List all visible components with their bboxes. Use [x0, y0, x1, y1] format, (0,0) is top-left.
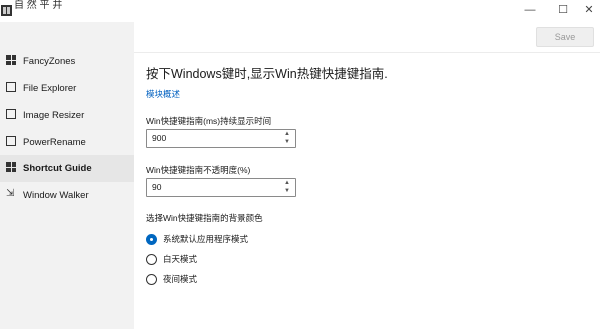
maximize-button[interactable]: ☐ — [553, 2, 573, 18]
window-title: 自 然 平 井 — [14, 0, 63, 11]
sidebar-item-power-rename[interactable]: PowerRename — [0, 129, 134, 156]
opacity-input[interactable]: 90 ▲ ▼ — [146, 178, 296, 197]
radio-light-mode[interactable]: 白天模式 — [146, 253, 197, 265]
page-title: 按下Windows键时,显示Win热键快捷键指南. — [146, 67, 388, 81]
radio-label: 系统默认应用程序模式 — [163, 234, 249, 244]
sidebar-item-label: Window Walker — [23, 190, 89, 201]
radio-label: 白天模式 — [163, 254, 198, 264]
sidebar-item-image-resizer[interactable]: Image Resizer — [0, 102, 134, 129]
image-resizer-icon — [6, 109, 16, 119]
radio-unchecked-icon[interactable] — [146, 253, 157, 265]
power-rename-icon — [6, 136, 16, 146]
duration-label: Win快捷键指南(ms)持续显示时间 — [146, 116, 272, 126]
sidebar-item-label: FancyZones — [23, 56, 76, 67]
radio-unchecked-icon[interactable] — [146, 273, 157, 285]
opacity-value: 90 — [152, 182, 162, 192]
sidebar-item-label: Shortcut Guide — [23, 163, 92, 174]
app-icon — [1, 5, 12, 16]
radio-system-default[interactable]: 系统默认应用程序模式 — [146, 233, 248, 245]
spin-down-icon[interactable]: ▼ — [283, 188, 291, 195]
opacity-label: Win快捷键指南不透明度(%) — [146, 165, 251, 175]
shortcut-guide-icon — [6, 162, 16, 172]
close-button[interactable]: ✕ — [579, 2, 599, 18]
spin-down-icon[interactable]: ▼ — [283, 139, 291, 146]
sidebar-item-label: PowerRename — [23, 137, 86, 148]
minimize-button[interactable]: — — [520, 2, 540, 18]
spin-up-icon[interactable]: ▲ — [283, 131, 291, 138]
sidebar-item-window-walker[interactable]: ⇲ Window Walker — [0, 182, 134, 209]
duration-value: 900 — [152, 133, 167, 143]
file-explorer-icon — [6, 82, 16, 92]
sidebar-item-shortcut-guide[interactable]: Shortcut Guide — [0, 155, 134, 182]
sidebar: FancyZones File Explorer Image Resizer P… — [0, 22, 134, 329]
title-bar: 自 然 平 井 — ☐ ✕ — [0, 0, 600, 22]
save-button[interactable]: Save — [536, 27, 594, 47]
fancyzones-grid-icon — [6, 55, 16, 65]
module-overview-link[interactable]: 模块概述 — [146, 88, 180, 100]
sidebar-item-label: Image Resizer — [23, 110, 85, 121]
duration-input[interactable]: 900 ▲ ▼ — [146, 129, 296, 148]
radio-checked-icon[interactable] — [146, 233, 157, 245]
divider — [134, 52, 600, 53]
spin-up-icon[interactable]: ▲ — [283, 180, 291, 187]
background-color-label: 选择Win快捷键指南的背景颜色 — [146, 213, 263, 223]
radio-label: 夜间模式 — [163, 274, 198, 284]
window-walker-icon: ⇲ — [6, 188, 15, 199]
sidebar-item-label: File Explorer — [23, 83, 77, 94]
sidebar-item-file-explorer[interactable]: File Explorer — [0, 75, 134, 102]
sidebar-item-fancyzones[interactable]: FancyZones — [0, 48, 134, 75]
radio-dark-mode[interactable]: 夜间模式 — [146, 273, 197, 285]
